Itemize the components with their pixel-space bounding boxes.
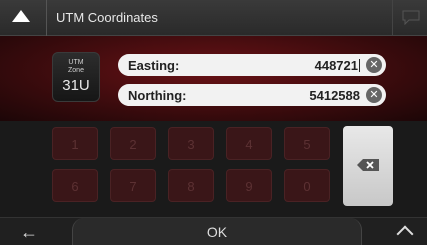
easting-value: 448721	[314, 58, 358, 73]
up-arrow-icon[interactable]	[12, 10, 30, 22]
ok-button[interactable]: OK	[72, 218, 362, 245]
backspace-icon	[357, 159, 379, 171]
key-1[interactable]: 1	[52, 127, 98, 160]
northing-field[interactable]: Northing: 5412588 ✕	[118, 84, 386, 106]
key-4[interactable]: 4	[226, 127, 272, 160]
northing-label: Northing:	[128, 88, 187, 103]
page-title: UTM Coordinates	[56, 10, 158, 25]
clear-easting-icon[interactable]: ✕	[366, 57, 382, 73]
key-5[interactable]: 5	[284, 127, 330, 160]
easting-label: Easting:	[128, 58, 180, 73]
utm-coordinates-screen: UTM Coordinates UTM Zone 31U Easting: 44…	[0, 0, 427, 245]
header-divider-right	[392, 0, 393, 36]
key-0[interactable]: 0	[284, 169, 330, 202]
key-8[interactable]: 8	[168, 169, 214, 202]
key-7[interactable]: 7	[110, 169, 156, 202]
backspace-button[interactable]	[343, 126, 393, 206]
chevron-up-icon[interactable]	[396, 225, 414, 243]
utm-zone-button[interactable]: UTM Zone 31U	[52, 52, 100, 102]
key-2[interactable]: 2	[110, 127, 156, 160]
header-divider	[46, 0, 47, 36]
key-9[interactable]: 9	[226, 169, 272, 202]
zone-caption-utm: UTM	[68, 59, 84, 66]
zone-value: 31U	[62, 77, 90, 94]
clear-northing-icon[interactable]: ✕	[366, 87, 382, 103]
easting-field[interactable]: Easting: 448721 ✕	[118, 54, 386, 76]
zone-caption-zone: Zone	[68, 67, 84, 74]
key-6[interactable]: 6	[52, 169, 98, 202]
key-3[interactable]: 3	[168, 127, 214, 160]
northing-value: 5412588	[309, 88, 360, 103]
header-bar: UTM Coordinates	[0, 0, 427, 36]
back-arrow-icon[interactable]: ←	[20, 222, 38, 243]
chat-icon[interactable]	[401, 9, 421, 25]
bottom-bar: ← OK	[0, 217, 427, 245]
